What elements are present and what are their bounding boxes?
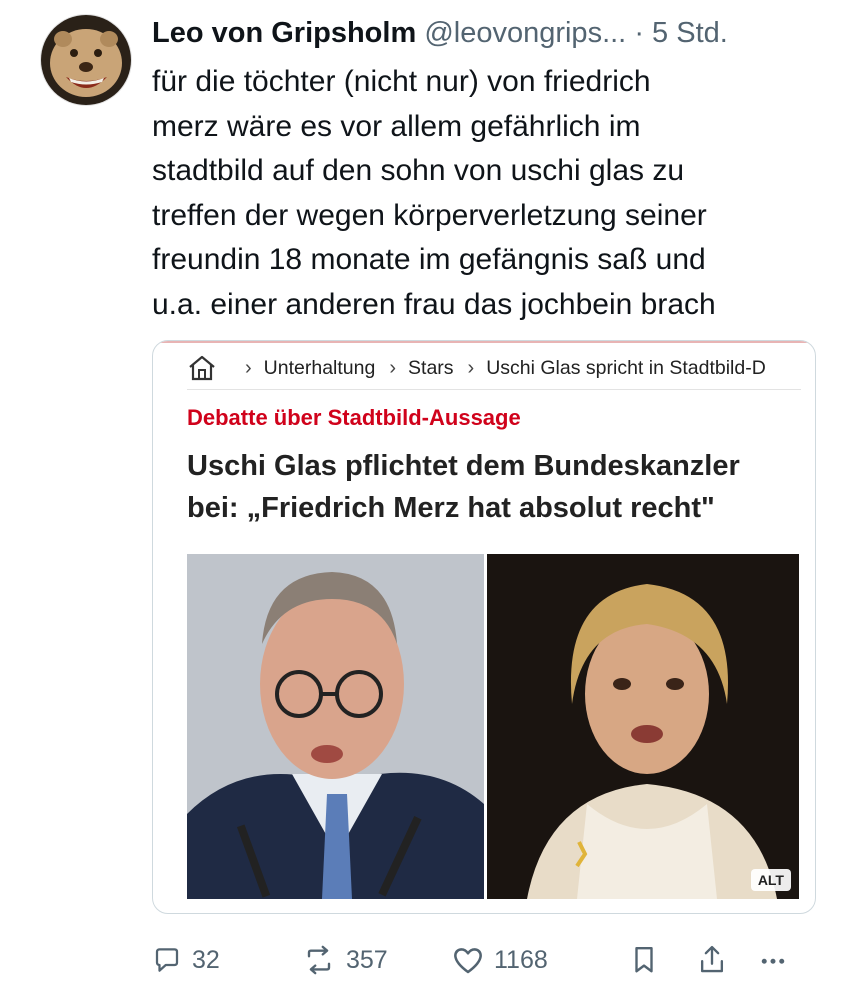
tweet-text-line: u.a. einer anderen frau das jochbein bra… [152, 287, 716, 321]
author-name[interactable]: Leo von Gripsholm [152, 17, 416, 49]
reply-count: 32 [192, 945, 220, 974]
breadcrumb-item: Stars [408, 356, 454, 379]
share-button[interactable] [697, 940, 737, 980]
alt-badge[interactable]: ALT [750, 869, 791, 891]
media-card[interactable]: › Unterhaltung › Stars › Uschi Glas spri… [152, 340, 816, 914]
breadcrumb-separator: › [389, 356, 397, 379]
reply-icon [155, 948, 179, 972]
breadcrumb: › Unterhaltung › Stars › Uschi Glas spri… [187, 350, 815, 386]
like-icon [454, 948, 482, 974]
repost-count: 357 [346, 945, 388, 974]
breadcrumb-item: Uschi Glas spricht in Stadtbild-D [486, 356, 766, 379]
more-button[interactable] [758, 940, 798, 980]
separator-dot: · [634, 17, 644, 49]
tweet-text-line: freundin 18 monate im gefängnis saß und [152, 243, 706, 276]
headline-line: Uschi Glas pflichtet dem Bundeskanzler [187, 450, 740, 482]
tweet-text-line: für die töchter (nicht nur) von friedric… [152, 65, 651, 98]
avatar[interactable] [40, 14, 132, 106]
article-headline: Uschi Glas pflichtet dem Bundeskanzler b… [187, 445, 807, 529]
timestamp[interactable]: 5 Std. [652, 17, 728, 49]
bookmark-icon [635, 946, 653, 973]
tweet-header: Leo von Gripsholm @leovongrips... · 5 St… [152, 14, 828, 52]
photo-left [187, 554, 484, 899]
avatar-image [41, 15, 131, 105]
author-handle[interactable]: @leovongrips... [424, 17, 626, 49]
tweet-text-line: treffen der wegen körperverletzung seine… [152, 198, 707, 232]
share-icon [700, 945, 724, 973]
article-kicker: Debatte über Stadtbild-Aussage [187, 405, 521, 430]
more-icon [761, 958, 785, 964]
breadcrumb-item: Unterhaltung [263, 356, 376, 379]
photo-right: ALT [487, 554, 799, 899]
repost-icon [307, 945, 331, 975]
tweet-text-line: merz wäre es vor allem gefährlich im [152, 109, 641, 143]
headline-line: bei: „Friedrich Merz hat absolut recht" [187, 492, 715, 524]
tweet-actions: 32 357 1168 [152, 940, 828, 980]
like-button[interactable]: 1168 [452, 940, 548, 980]
card-top-border [153, 341, 815, 343]
breadcrumb-separator: › [467, 356, 475, 379]
tweet-text-line: stadtbild auf den sohn von uschi glas zu [152, 154, 685, 187]
bookmark-button[interactable] [630, 940, 668, 980]
like-count: 1168 [494, 945, 548, 974]
tweet-text: für die töchter (nicht nur) von friedric… [152, 60, 832, 327]
reply-button[interactable]: 32 [152, 940, 220, 980]
repost-button[interactable]: 357 [302, 940, 388, 980]
divider [187, 389, 801, 390]
woman-portrait-image [487, 554, 799, 899]
man-portrait-image [187, 554, 484, 899]
home-icon [189, 355, 215, 381]
breadcrumb-separator: › [245, 356, 252, 379]
